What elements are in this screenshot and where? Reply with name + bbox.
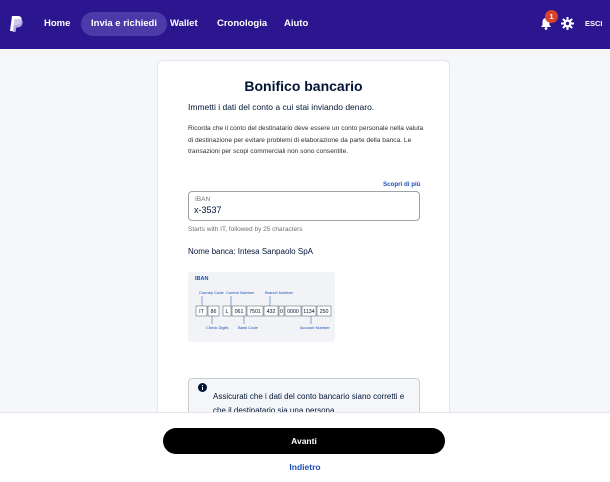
gear-icon[interactable] [561, 17, 574, 30]
bank-name-text: Nome banca: Intesa Sanpaolo SpA [188, 247, 313, 256]
iban-diagram-title: IBAN [195, 276, 208, 282]
iban-field-label: IBAN [195, 196, 211, 203]
iban-helper-text: Starts with IT, followed by 25 character… [188, 226, 303, 233]
next-button[interactable]: Avanti [163, 428, 445, 454]
iban-segment: 432 [267, 309, 276, 315]
nav-help[interactable]: Aiuto [274, 12, 318, 36]
notice-text: Ricorda che il conto del destinatario de… [188, 125, 424, 155]
iban-top-label: Control Number [226, 290, 255, 295]
iban-segment: 250 [320, 309, 329, 315]
footer-action-bar: Avanti Indietro [0, 412, 610, 482]
paypal-logo-icon[interactable] [9, 15, 23, 33]
nav-history[interactable]: Cronologia [207, 12, 277, 36]
iban-field[interactable]: IBAN [188, 191, 420, 221]
learn-more-link[interactable]: Scopri di più [383, 181, 420, 188]
nav-home[interactable]: Home [34, 12, 80, 36]
iban-segment: IT [199, 309, 204, 315]
logout-link[interactable]: ESCI [585, 19, 603, 28]
iban-top-label: Country Code [199, 290, 224, 295]
iban-segment: 061 [235, 309, 244, 315]
iban-segment: 7501 [249, 309, 261, 315]
page-title: Bonifico bancario [244, 78, 363, 94]
iban-input[interactable] [194, 205, 404, 215]
intro-text: Immetti i dati del conto a cui stai invi… [188, 102, 375, 112]
iban-segment: 1134 [303, 309, 314, 315]
top-navigation-bar: Home Invia e richiedi Wallet Cronologia … [0, 0, 610, 49]
iban-segment: L [226, 309, 229, 315]
iban-top-label: Branch Number [265, 290, 294, 295]
iban-format-diagram: IBAN Country Code Control Number Branch … [188, 272, 335, 342]
back-link[interactable]: Indietro [0, 462, 610, 472]
iban-bottom-label: Check Digits [206, 325, 228, 330]
iban-segment: 0000 [287, 309, 299, 315]
iban-segment: 86 [211, 309, 217, 315]
nav-wallet[interactable]: Wallet [160, 12, 208, 36]
bank-transfer-card: Bonifico bancario Immetti i dati del con… [157, 60, 450, 420]
iban-bottom-label: Bank Code [238, 325, 259, 330]
notification-badge: 1 [545, 10, 558, 23]
iban-bottom-label: Account Number [300, 325, 330, 330]
info-icon [198, 383, 207, 392]
nav-send-and-request[interactable]: Invia e richiedi [81, 12, 167, 36]
iban-segment: 0 [280, 309, 283, 315]
